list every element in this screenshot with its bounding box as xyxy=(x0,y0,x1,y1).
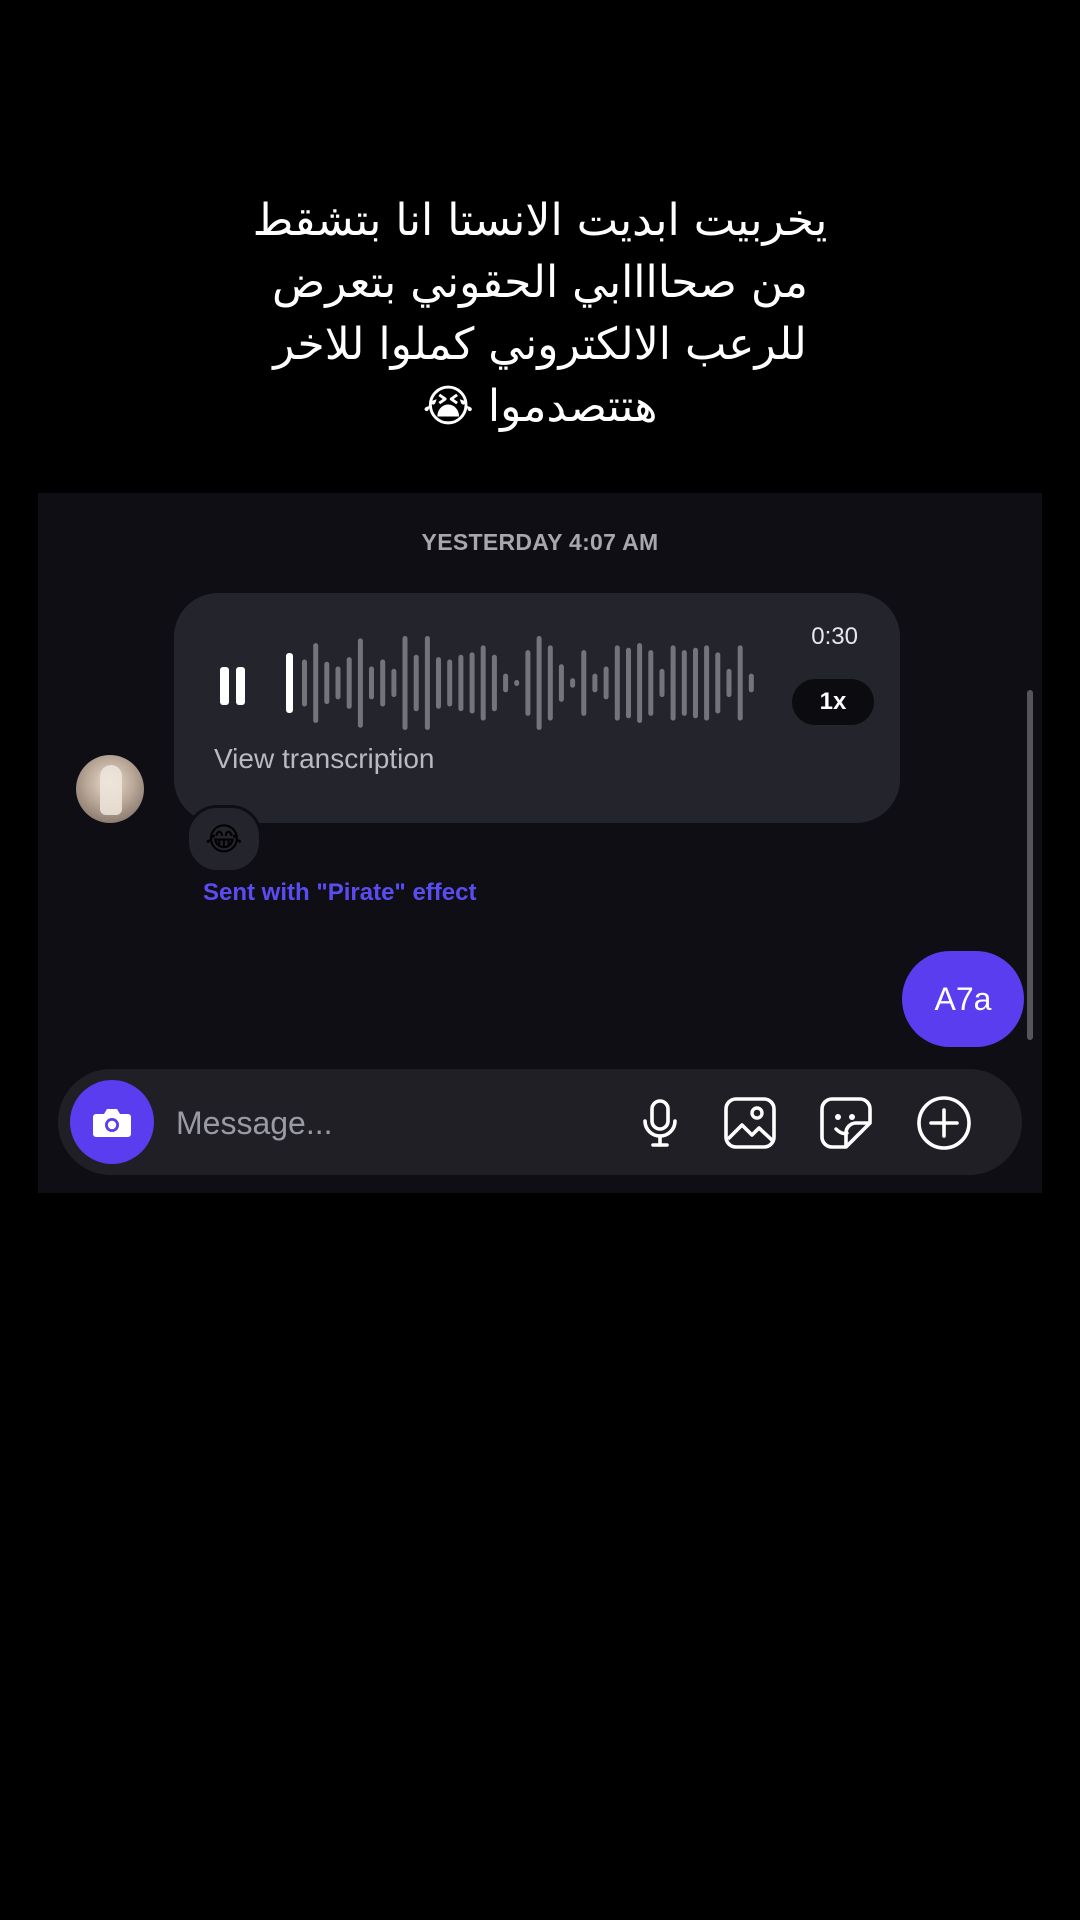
waveform-bar xyxy=(491,654,497,712)
playback-speed-button[interactable]: 1x xyxy=(792,679,874,725)
waveform-bar xyxy=(469,652,475,714)
waveform-bar xyxy=(357,638,363,728)
waveform-bar xyxy=(614,645,620,721)
waveform-bar xyxy=(480,645,486,721)
waveform-bar xyxy=(424,636,430,730)
waveform-bar xyxy=(436,657,441,709)
waveform-bar xyxy=(581,650,587,716)
pause-bar-right xyxy=(236,667,245,705)
voice-duration: 0:30 xyxy=(811,623,858,650)
waveform-bar xyxy=(302,659,307,707)
waveform-bar xyxy=(570,678,576,688)
waveform-bar xyxy=(346,657,352,709)
waveform-bar xyxy=(659,668,665,698)
waveform-bar xyxy=(402,636,408,730)
pause-bar-left xyxy=(220,667,229,705)
audio-waveform[interactable] xyxy=(286,631,766,735)
waveform-bar xyxy=(715,652,721,714)
effect-note: Sent with "Pirate" effect xyxy=(203,879,477,906)
view-transcription-link[interactable]: View transcription xyxy=(214,743,434,775)
chat-thread: YESTERDAY 4:07 AM 0:30 1x View transcrip… xyxy=(38,493,1042,1193)
caption-line-2: من صحاااابي الحقوني بتعرض xyxy=(272,257,808,308)
message-timestamp: YESTERDAY 4:07 AM xyxy=(421,529,659,555)
sender-avatar[interactable] xyxy=(76,755,144,823)
waveform-bar xyxy=(514,680,520,686)
avatar-photo xyxy=(100,765,122,815)
waveform-bar xyxy=(391,668,397,698)
sticker-icon[interactable] xyxy=(816,1093,876,1153)
waveform-bar xyxy=(648,650,654,716)
waveform-playhead[interactable] xyxy=(286,653,293,713)
screen: يخربيت ابديت الانستا انا بتشقط من صحاااا… xyxy=(0,0,1080,1920)
waveform-bar xyxy=(413,654,419,712)
caption-line-4: هتتصدموا 😭 xyxy=(422,381,658,432)
waveform-bar xyxy=(681,650,687,716)
waveform-bar xyxy=(592,673,598,693)
waveform-bar xyxy=(726,668,732,698)
waveform-bar xyxy=(670,645,676,721)
waveform-bar xyxy=(536,636,542,730)
pause-icon[interactable] xyxy=(214,659,254,711)
waveform-bar xyxy=(693,647,698,719)
message-composer xyxy=(58,1069,1022,1175)
scrollbar[interactable] xyxy=(1027,690,1033,1040)
message-input[interactable] xyxy=(174,1095,598,1151)
caption-line-1: يخربيت ابديت الانستا انا بتشقط xyxy=(252,195,828,246)
sent-message-bubble[interactable]: A7a xyxy=(902,951,1024,1047)
waveform-bar xyxy=(503,673,509,693)
plus-circle-icon[interactable] xyxy=(914,1093,974,1153)
waveform-bar xyxy=(737,645,743,721)
microphone-icon[interactable] xyxy=(630,1093,690,1153)
waveform-bar xyxy=(603,666,609,700)
waveform-bar xyxy=(547,645,553,721)
waveform-bar xyxy=(380,659,386,707)
waveform-bar xyxy=(558,664,564,702)
waveform-bar xyxy=(447,659,453,707)
waveform-bar xyxy=(704,645,710,721)
overlay-caption: يخربيت ابديت الانستا انا بتشقط من صحاااا… xyxy=(120,190,960,438)
waveform-bar xyxy=(369,666,374,700)
waveform-bar xyxy=(525,650,531,716)
caption-line-3: للرعب الالكتروني كملوا للاخر xyxy=(273,319,807,370)
reaction-badge[interactable]: 😂 xyxy=(186,805,262,873)
waveform-bar xyxy=(637,643,643,723)
waveform-bar xyxy=(324,661,330,705)
waveform-bar xyxy=(626,647,631,719)
waveform-bar xyxy=(313,643,319,723)
waveform-bar xyxy=(335,666,341,700)
camera-button[interactable] xyxy=(70,1080,154,1164)
waveform-bar xyxy=(458,654,464,712)
waveform-bar xyxy=(748,673,754,693)
voice-message-bubble[interactable]: 0:30 1x View transcription xyxy=(174,593,900,823)
image-icon[interactable] xyxy=(720,1093,780,1153)
camera-icon xyxy=(93,1109,131,1137)
